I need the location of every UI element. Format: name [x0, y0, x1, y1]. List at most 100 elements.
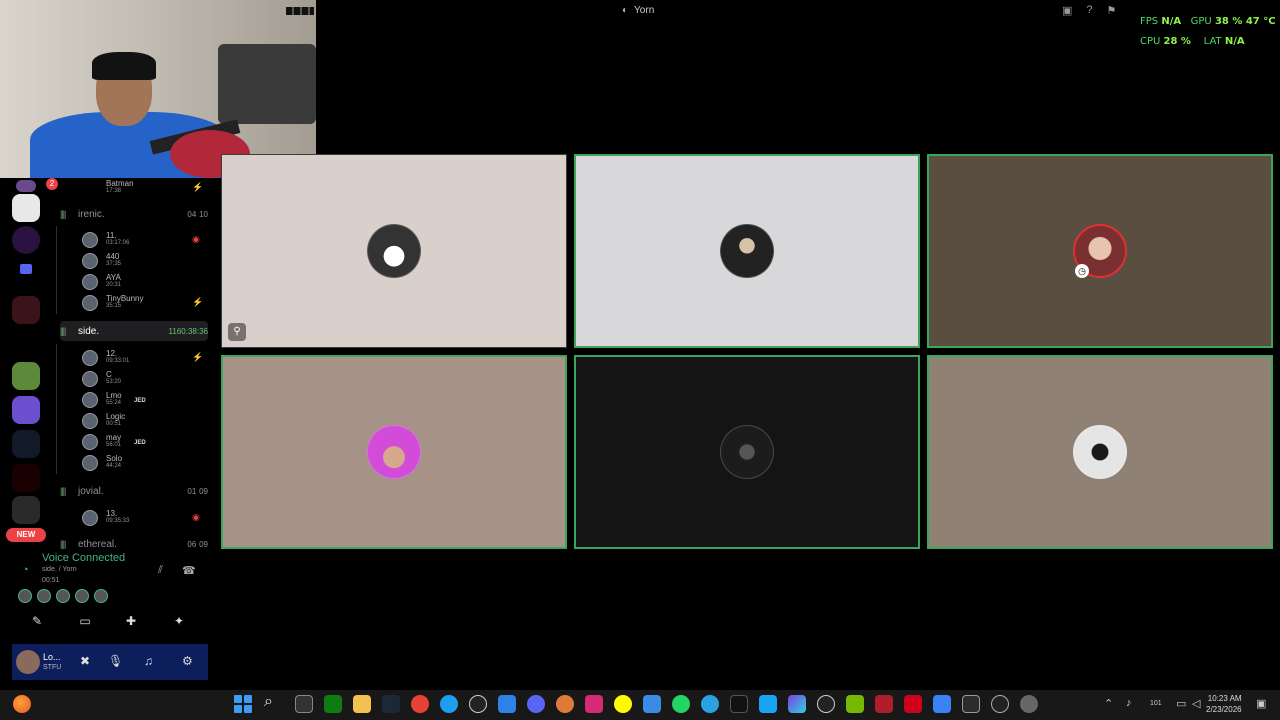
list-item[interactable]: Batman 17:38 ⚡	[82, 178, 206, 198]
user-name: 12.	[106, 349, 118, 358]
video-tile[interactable]	[574, 154, 920, 348]
voice-channel-jovial[interactable]: |||| jovial. 01 09	[60, 481, 208, 501]
list-item[interactable]: Logic 00:51	[82, 411, 206, 431]
whatsapp-icon[interactable]	[672, 695, 690, 713]
store-icon[interactable]	[962, 695, 980, 713]
camera-off-button[interactable]: ✎	[24, 614, 50, 632]
webcam-person-hair	[92, 52, 156, 80]
paint-icon[interactable]	[933, 695, 951, 713]
gear-icon[interactable]	[1020, 695, 1038, 713]
obs-icon[interactable]	[991, 695, 1009, 713]
adobe-icon[interactable]	[904, 695, 922, 713]
voice-channel-ethereal[interactable]: |||| ethereal. 06 09	[60, 534, 208, 550]
mail-icon[interactable]	[498, 695, 516, 713]
list-item[interactable]: 12. 09:33:01 ⚡	[82, 348, 206, 368]
server-icon-rn[interactable]	[12, 296, 40, 324]
help-icon[interactable]: ?	[1086, 4, 1092, 17]
user-time: 20:31	[106, 282, 122, 288]
video-tile[interactable]: ◷	[927, 154, 1273, 348]
list-item[interactable]: Lmo 55:24 JED	[82, 390, 206, 410]
file-explorer-icon[interactable]	[353, 695, 371, 713]
server-icon-star[interactable]	[12, 396, 40, 424]
video-tile[interactable]	[221, 355, 567, 549]
server-icon-figure[interactable]	[12, 496, 40, 524]
tiktok-icon[interactable]	[730, 695, 748, 713]
list-item[interactable]: 11. 03:17:06 ◉	[82, 230, 206, 250]
video-tile[interactable]	[574, 355, 920, 549]
server-icon-boys[interactable]	[12, 464, 40, 492]
edge-icon[interactable]	[440, 695, 458, 713]
video-tile[interactable]	[927, 355, 1273, 549]
bookmark-icon[interactable]: ⚑	[1107, 4, 1117, 17]
list-item[interactable]: AYA 20:31	[82, 272, 206, 292]
chatgpt-icon[interactable]	[469, 695, 487, 713]
new-pill[interactable]: NEW	[6, 528, 46, 542]
inbox-icon[interactable]: ▣	[1062, 4, 1072, 17]
voicemod-icon[interactable]	[875, 695, 893, 713]
disconnect-icon[interactable]: ☎	[182, 564, 196, 577]
clock-time: 10:23 AM	[1207, 694, 1242, 703]
instagram-icon[interactable]	[585, 695, 603, 713]
voice-channel-irenic[interactable]: |||| irenic. 04 10	[60, 204, 208, 224]
server-icon-landscape[interactable]	[12, 362, 40, 390]
server-icon-portrait[interactable]	[12, 194, 40, 222]
clock[interactable]: 10:23 AM 2/23/2026	[1206, 693, 1242, 715]
search-icon[interactable]: ⌕	[264, 693, 273, 711]
notification-icon[interactable]: ▣	[1256, 697, 1266, 710]
channel-limit: 10	[199, 209, 208, 219]
office-icon[interactable]	[788, 695, 806, 713]
network-icon[interactable]: ▭	[1176, 697, 1186, 710]
task-view-icon[interactable]	[295, 695, 313, 713]
discord-icon[interactable]	[527, 695, 545, 713]
soundboard-button[interactable]: ✦	[166, 614, 192, 632]
list-item[interactable]: 440 37:35	[82, 251, 206, 271]
microphone-icon[interactable]: 🎙	[108, 654, 123, 668]
gear-icon[interactable]: ⚙	[182, 654, 193, 668]
microphone-icon[interactable]: ♪	[1126, 697, 1132, 709]
server-icon-top[interactable]: 2	[16, 178, 58, 192]
noise-suppression-icon[interactable]: ⫽	[158, 564, 163, 577]
video-tile[interactable]: ⚲	[221, 154, 567, 348]
avatar	[18, 589, 32, 603]
snapchat-icon[interactable]	[614, 695, 632, 713]
user-time: 44:24	[106, 463, 122, 469]
avatar[interactable]	[16, 650, 40, 674]
twitter-icon[interactable]	[759, 695, 777, 713]
user-panel-name[interactable]: Lo...	[43, 652, 61, 662]
folder-icon[interactable]	[20, 264, 32, 274]
telegram-icon[interactable]	[701, 695, 719, 713]
dark-logo-avatar	[720, 425, 774, 479]
volume-icon[interactable]: ◁	[1192, 697, 1200, 710]
list-item[interactable]: TinyBunny 35:15 ⚡	[82, 293, 206, 313]
server-icon-script[interactable]	[12, 330, 40, 350]
nvidia-icon[interactable]	[846, 695, 864, 713]
chevron-up-icon[interactable]: ⌃	[1104, 697, 1113, 710]
server-rail: 2 NEW	[0, 178, 58, 548]
server-icon-onyx[interactable]	[12, 430, 40, 458]
list-item[interactable]: Solo 44:24	[82, 453, 206, 473]
user-name: C	[106, 370, 112, 379]
list-item[interactable]: may 56:01 JED	[82, 432, 206, 452]
xbox-icon[interactable]	[324, 695, 342, 713]
tray-counter[interactable]: 101	[1150, 700, 1162, 707]
screen-share-button[interactable]: ▭	[72, 614, 98, 632]
avatar	[82, 510, 98, 526]
voice-status[interactable]: Voice Connected	[42, 552, 125, 564]
stream-icon[interactable]: ⚲	[228, 323, 246, 341]
messenger-icon[interactable]	[643, 695, 661, 713]
voice-channel-side[interactable]: |||| side. 1160:38:36	[60, 321, 208, 341]
chrome-icon[interactable]	[411, 695, 429, 713]
start-button[interactable]	[234, 695, 252, 713]
steam-icon[interactable]	[382, 695, 400, 713]
settings-app-icon[interactable]	[817, 695, 835, 713]
controller-icon[interactable]: ✖	[80, 654, 90, 668]
user-time: 17:38	[106, 188, 122, 194]
list-item[interactable]: 13. 09:35:33 ◉	[82, 508, 206, 528]
app-icon[interactable]	[556, 695, 574, 713]
firefox-icon[interactable]	[13, 695, 31, 713]
user-name: 13.	[106, 509, 118, 518]
list-item[interactable]: C 53:20	[82, 369, 206, 389]
server-icon-purple[interactable]	[12, 226, 40, 254]
activities-button[interactable]: ✚	[118, 614, 144, 632]
headphones-icon[interactable]: ♫	[144, 654, 153, 668]
